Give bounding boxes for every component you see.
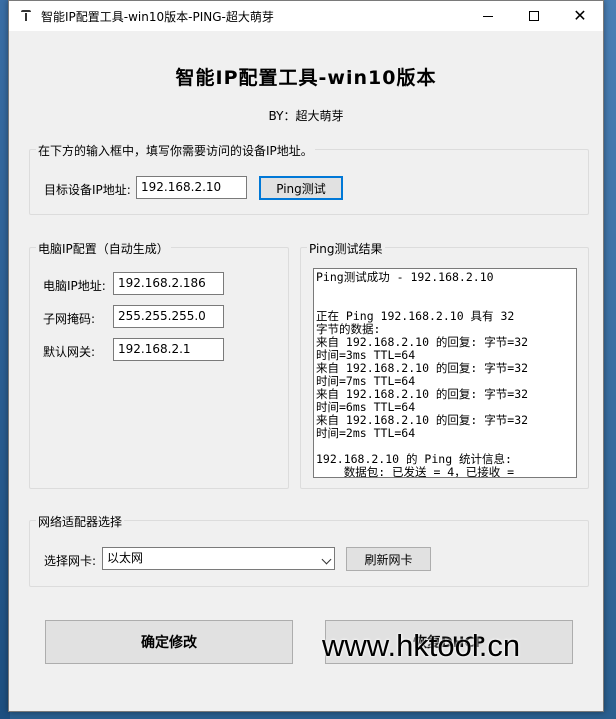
ping-result-title: Ping测试结果 — [307, 240, 385, 257]
author-byline: BY：超大萌芽 — [268, 109, 344, 123]
refresh-adapter-button[interactable]: 刷新网卡 — [346, 547, 431, 571]
gateway-label: 默认网关: — [43, 345, 96, 359]
page-title: 智能IP配置工具-win10版本 — [175, 67, 437, 89]
window-title: 智能IP配置工具-win10版本-PING-超大萌芽 — [41, 9, 274, 24]
subnet-mask-input[interactable]: 255.255.255.0 — [113, 305, 224, 328]
close-button[interactable]: ✕ — [557, 1, 603, 31]
pc-ip-label: 电脑IP地址: — [43, 279, 106, 293]
pc-ip-config-group: 电脑IP配置（自动生成） 电脑IP地址: 192.168.2.186 子网掩码:… — [29, 240, 289, 489]
target-device-group: 在下方的输入框中，填写你需要访问的设备IP地址。 目标设备IP地址: 192.1… — [29, 142, 589, 215]
gateway-input[interactable]: 192.168.2.1 — [113, 338, 224, 361]
adapter-selected-value: 以太网 — [107, 551, 144, 565]
target-ip-label: 目标设备IP地址: — [44, 183, 131, 197]
minimize-button[interactable] — [465, 1, 511, 31]
app-window: 智能IP配置工具-win10版本-PING-超大萌芽 ✕ 智能IP配置工具-wi… — [8, 0, 604, 712]
watermark-text: www.hktool.cn — [322, 628, 521, 663]
close-icon: ✕ — [573, 6, 587, 25]
target-instruction: 在下方的输入框中，填写你需要访问的设备IP地址。 — [36, 142, 315, 159]
adapter-dropdown[interactable]: 以太网 — [102, 547, 335, 570]
pc-ip-input[interactable]: 192.168.2.186 — [113, 272, 224, 295]
adapter-select-label: 选择网卡: — [44, 554, 97, 568]
ping-result-group: Ping测试结果 Ping测试成功 - 192.168.2.10 正在 Ping… — [300, 240, 589, 489]
pc-config-title: 电脑IP配置（自动生成） — [36, 240, 171, 257]
subnet-mask-label: 子网掩码: — [43, 312, 96, 326]
maximize-button[interactable] — [511, 1, 557, 31]
adapter-group-title: 网络适配器选择 — [36, 513, 125, 530]
confirm-button[interactable]: 确定修改 — [45, 620, 293, 664]
window-controls: ✕ — [465, 1, 603, 31]
minimize-icon — [483, 15, 493, 17]
ping-test-button[interactable]: Ping测试 — [259, 176, 343, 200]
maximize-icon — [529, 11, 539, 21]
target-ip-input[interactable]: 192.168.2.10 — [136, 176, 247, 199]
app-icon — [19, 9, 33, 23]
network-adapter-group: 网络适配器选择 选择网卡: 以太网 刷新网卡 — [29, 513, 589, 587]
chevron-down-icon — [321, 554, 332, 565]
ping-result-textbox[interactable]: Ping测试成功 - 192.168.2.10 正在 Ping 192.168.… — [313, 268, 577, 478]
title-bar[interactable]: 智能IP配置工具-win10版本-PING-超大萌芽 ✕ — [9, 1, 603, 31]
